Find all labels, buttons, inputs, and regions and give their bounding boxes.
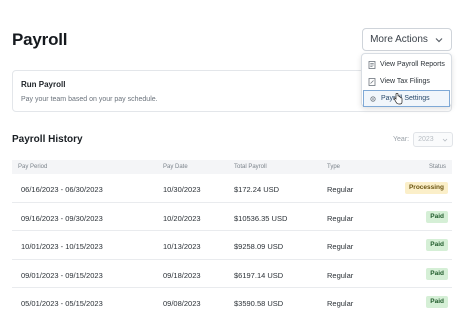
payroll-history-table: Pay Period Pay Date Total Payroll Type S…: [12, 160, 452, 315]
total-payroll: $10536.35 USD: [234, 213, 288, 223]
menu-item-label: View Payroll Reports: [380, 61, 445, 68]
pay-period: 09/01/2023 - 09/15/2023: [21, 270, 103, 280]
year-label: Year:: [393, 136, 410, 143]
column-header: Pay Period: [18, 164, 48, 170]
pay-date: 10/20/2023: [163, 213, 201, 223]
pay-date: 10/13/2023: [163, 242, 201, 251]
pay-period: 10/01/2023 - 10/15/2023: [21, 242, 103, 251]
menu-item-payroll-settings[interactable]: Payroll Settings: [363, 90, 450, 107]
pay-period: 05/01/2023 - 05/15/2023: [21, 299, 103, 308]
table-row[interactable]: 09/01/2023 - 09/15/2023 09/18/2023 $6197…: [12, 260, 452, 288]
status-badge: Processing: [404, 182, 448, 194]
table-header: Pay Period Pay Date Total Payroll Type S…: [12, 160, 452, 174]
pay-date: 09/18/2023: [163, 270, 201, 280]
total-payroll: $172.24 USD: [234, 185, 280, 194]
column-header: Total Payroll: [234, 164, 267, 170]
chevron-down-icon: [435, 37, 443, 42]
chevron-down-icon: [442, 138, 448, 142]
payroll-type: Regular: [327, 185, 354, 194]
status-badge: Paid: [426, 210, 448, 223]
table-row[interactable]: 09/16/2023 - 09/30/2023 10/20/2023 $1053…: [12, 203, 452, 231]
column-header: Status: [428, 164, 446, 170]
column-header: Type: [327, 164, 341, 170]
report-icon: [368, 60, 376, 69]
run-payroll-title: Run Payroll: [21, 80, 66, 89]
menu-item-view-payroll-reports[interactable]: View Payroll Reports: [362, 56, 451, 73]
hand-cursor-icon: [393, 93, 403, 105]
more-actions-button[interactable]: More Actions: [362, 28, 452, 51]
total-payroll: $6197.14 USD: [234, 270, 284, 280]
total-payroll: $3590.58 USD: [234, 299, 284, 308]
payroll-history-title: Payroll History: [12, 134, 83, 145]
menu-item-label: Payroll Settings: [381, 95, 430, 102]
year-select[interactable]: 2023: [413, 132, 454, 147]
year-filter: Year: 2023: [393, 132, 454, 147]
menu-item-label: View Tax Filings: [380, 78, 430, 85]
pay-period: 06/16/2023 - 06/30/2023: [21, 185, 103, 194]
page-title: Payroll: [12, 30, 68, 49]
run-payroll-description: Pay your team based on your pay schedule…: [21, 96, 158, 103]
status-badge: Paid: [426, 296, 448, 308]
document-icon: [368, 77, 376, 86]
more-actions-label: More Actions: [370, 34, 428, 45]
table-row[interactable]: 05/01/2023 - 05/15/2023 09/08/2023 $3590…: [12, 288, 452, 315]
menu-item-view-tax-filings[interactable]: View Tax Filings: [362, 73, 451, 90]
pay-period: 09/16/2023 - 09/30/2023: [21, 213, 103, 223]
table-row[interactable]: 10/01/2023 - 10/15/2023 10/13/2023 $9258…: [12, 231, 452, 260]
year-value: 2023: [418, 136, 434, 143]
pay-date: 10/30/2023: [163, 185, 201, 194]
pay-date: 09/08/2023: [163, 299, 201, 308]
payroll-type: Regular: [327, 213, 354, 223]
status-badge: Paid: [426, 239, 448, 251]
status-badge: Paid: [426, 267, 448, 280]
table-row[interactable]: 06/16/2023 - 06/30/2023 10/30/2023 $172.…: [12, 174, 452, 203]
payroll-type: Regular: [327, 299, 354, 308]
payroll-type: Regular: [327, 270, 354, 280]
column-header: Pay Date: [163, 164, 188, 170]
total-payroll: $9258.09 USD: [234, 242, 284, 251]
gear-icon: [370, 95, 376, 102]
payroll-type: Regular: [327, 242, 354, 251]
more-actions-menu: View Payroll Reports View Tax Filings Pa…: [361, 53, 452, 107]
